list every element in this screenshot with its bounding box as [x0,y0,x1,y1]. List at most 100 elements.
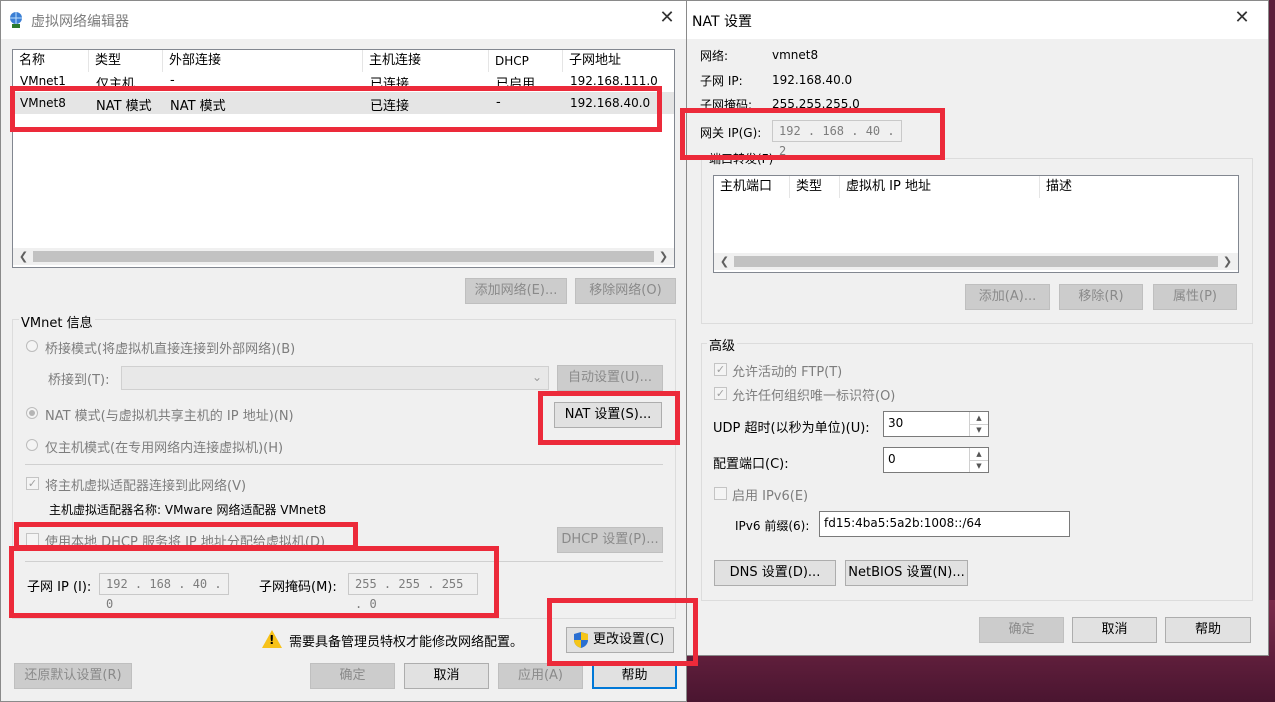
horizontal-scrollbar[interactable]: ❮ ❯ [714,253,1238,270]
cell-name: VMnet1 [20,74,66,88]
col-header-subnet[interactable]: 子网地址 [563,50,674,72]
cell-dhcp: - [496,95,501,110]
subnet-mask-input[interactable]: 255 . 255 . 255 . 0 [348,573,478,611]
separator [25,561,663,562]
cancel-button[interactable]: 取消 [1072,617,1157,643]
use-dhcp-checkbox[interactable] [26,533,39,546]
host-only-radio[interactable] [26,439,38,451]
change-settings-label: 更改设置(C) [593,632,665,647]
scroll-left-icon[interactable]: ❮ [716,253,733,270]
admin-warning-text: 需要具备管理员特权才能修改网络配置。 [289,635,524,650]
help-button[interactable]: 帮助 [1165,617,1251,643]
port-properties-button[interactable]: 属性(P) [1153,284,1237,310]
cell-subnet: 192.168.40.0 [570,96,651,110]
port-forwarding-label: 端口转发(F) [707,150,776,167]
scroll-right-icon[interactable]: ❯ [1219,253,1236,270]
cell-type: NAT 模式 [96,99,152,114]
scroll-left-icon[interactable]: ❮ [15,248,32,265]
network-globe-icon [10,12,22,28]
restore-defaults-button[interactable]: 还原默认设置(R) [14,663,132,689]
ok-button[interactable]: 确定 [310,663,395,689]
change-settings-button[interactable]: 更改设置(C) [566,627,674,653]
network-value: vmnet8 [772,48,819,62]
subnet-mask-value: 255.255.255.0 [772,97,860,111]
subnet-ip-input[interactable]: 192 . 168 . 40 . 0 [99,573,229,611]
enable-ipv6-checkbox[interactable] [714,487,727,500]
allow-ftp-label: 允许活动的 FTP(T) [732,365,843,380]
title-bar: NAT 设置 ✕ [687,1,1268,39]
remove-port-button[interactable]: 移除(R) [1059,284,1143,310]
config-port-value: 0 [888,452,896,466]
dns-settings-button[interactable]: DNS 设置(D)... [714,560,836,586]
udp-timeout-label: UDP 超时(以秒为单位)(U): [713,421,870,436]
col-header-host-port[interactable]: 主机端口 [714,176,790,198]
chevron-down-icon: ⌄ [531,370,542,384]
bridged-mode-label: 桥接模式(将虚拟机直接连接到外部网络)(B) [45,342,296,357]
config-port-label: 配置端口(C): [713,457,789,472]
stepper-down-icon[interactable]: ▼ [969,424,988,436]
cell-type: 仅主机... [96,77,148,90]
cell-name: VMnet8 [20,96,66,110]
advanced-label: 高级 [707,335,738,354]
add-port-button[interactable]: 添加(A)... [965,284,1050,310]
dhcp-settings-button[interactable]: DHCP 设置(P)... [557,527,663,553]
nat-settings-window: NAT 设置 ✕ 网络: vmnet8 子网 IP: 192.168.40.0 … [686,0,1269,656]
netbios-settings-button[interactable]: NetBIOS 设置(N)... [845,560,968,586]
col-header-name[interactable]: 名称 [13,50,89,72]
ok-button[interactable]: 确定 [979,617,1064,643]
window-title: 虚拟网络编辑器 [31,14,129,30]
enable-ipv6-label: 启用 IPv6(E) [732,489,809,504]
nat-settings-button[interactable]: NAT 设置(S)... [554,402,662,428]
connect-adapter-checkbox[interactable]: ✓ [26,477,39,490]
auto-settings-button[interactable]: 自动设置(U)... [557,365,663,391]
gateway-input[interactable]: 192 . 168 . 40 . 2 [772,120,902,158]
add-network-button[interactable]: 添加网络(E)... [465,278,567,304]
bridged-to-select[interactable]: ⌄ [121,366,549,390]
close-icon[interactable]: ✕ [656,7,678,28]
scroll-right-icon[interactable]: ❯ [655,248,672,265]
virtual-network-editor-window: 虚拟网络编辑器 ✕ 名称 类型 外部连接 主机连接 DHCP 子网地址 VMne… [0,0,687,702]
cell-host: 已连接 [370,77,410,90]
cell-host: 已连接 [370,99,410,114]
ipv6-prefix-input[interactable]: fd15:4ba5:5a2b:1008::/64 [819,511,1070,537]
use-dhcp-label: 使用本地 DHCP 服务将 IP 地址分配给虚拟机(D) [45,535,326,550]
network-list[interactable]: 名称 类型 外部连接 主机连接 DHCP 子网地址 VMnet1 仅主机... … [12,49,675,268]
remove-network-button[interactable]: 移除网络(O) [575,278,676,304]
bridged-mode-radio[interactable] [26,340,38,352]
col-header-external[interactable]: 外部连接 [163,50,363,72]
subnet-ip-value: 192.168.40.0 [772,73,853,87]
udp-timeout-value: 30 [888,416,904,430]
subnet-mask-label: 子网掩码(M): [259,580,337,595]
cell-dhcp: 已启用 [496,77,536,90]
help-button[interactable]: 帮助 [592,663,677,689]
stepper-down-icon[interactable]: ▼ [969,460,988,472]
bridged-to-label: 桥接到(T): [48,373,110,388]
cancel-button[interactable]: 取消 [404,663,489,689]
horizontal-scrollbar[interactable]: ❮ ❯ [13,248,674,265]
col-header-dhcp[interactable]: DHCP [489,50,563,72]
cell-external: - [170,73,175,88]
col-header-type[interactable]: 类型 [89,50,163,72]
apply-button[interactable]: 应用(A) [498,663,583,689]
col-header-vm-ip[interactable]: 虚拟机 IP 地址 [840,176,1040,198]
allow-ftp-checkbox[interactable]: ✓ [714,363,727,376]
close-icon[interactable]: ✕ [1231,7,1253,28]
col-header-host[interactable]: 主机连接 [363,50,489,72]
subnet-ip-label: 子网 IP (I): [27,580,92,595]
scroll-thumb[interactable] [734,256,1218,267]
cell-subnet: 192.168.111.0 [570,74,658,88]
uac-shield-icon [574,632,588,648]
col-header-description[interactable]: 描述 [1040,176,1238,198]
nat-mode-radio[interactable] [26,407,38,419]
config-port-stepper[interactable]: 0 ▲ ▼ [883,447,989,473]
title-bar: 虚拟网络编辑器 ✕ [1,1,686,39]
table-row[interactable]: VMnet8 NAT 模式 NAT 模式 已连接 - 192.168.40.0 [13,92,674,114]
scroll-thumb[interactable] [33,251,654,262]
col-header-type[interactable]: 类型 [790,176,840,198]
allow-oui-checkbox[interactable]: ✓ [714,387,727,400]
allow-oui-label: 允许任何组织唯一标识符(O) [732,389,896,404]
udp-timeout-stepper[interactable]: 30 ▲ ▼ [883,411,989,437]
port-forwarding-list[interactable]: 主机端口 类型 虚拟机 IP 地址 描述 ❮ ❯ [713,175,1239,273]
table-row[interactable]: VMnet1 仅主机... - 已连接 已启用 192.168.111.0 [13,72,674,90]
warning-icon: ! [262,630,282,648]
